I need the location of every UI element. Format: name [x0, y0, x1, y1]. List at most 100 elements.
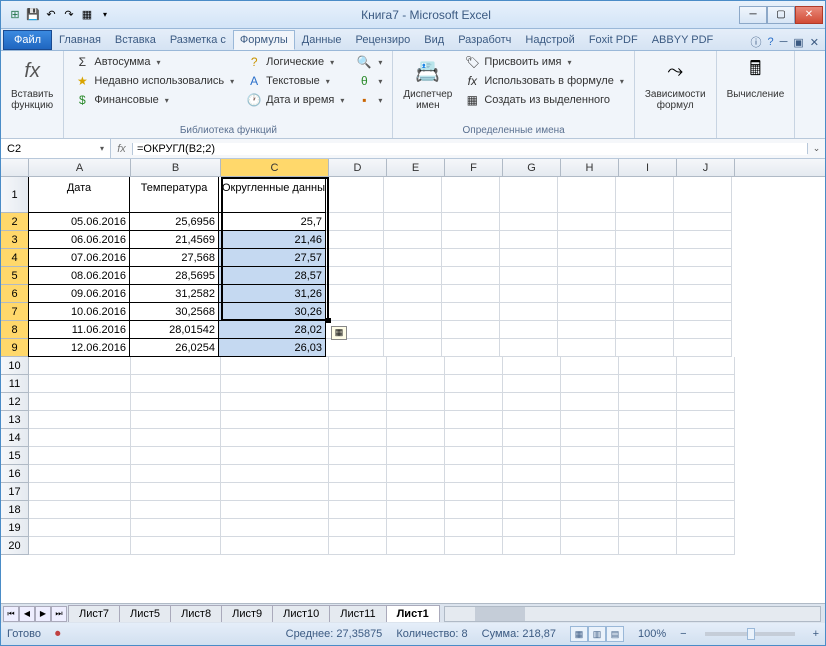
cell[interactable]	[445, 519, 503, 537]
sheet-nav-next-button[interactable]: ▶	[35, 606, 51, 622]
datetime-button[interactable]: 🕐Дата и время▾	[242, 91, 348, 109]
redo-icon[interactable]: ↷	[61, 7, 77, 23]
cell[interactable]	[131, 537, 221, 555]
formula-input[interactable]: =ОКРУГЛ(B2;2)	[133, 143, 807, 155]
cell[interactable]	[442, 213, 500, 231]
cell[interactable]	[674, 321, 732, 339]
cell[interactable]	[221, 357, 329, 375]
col-header-E[interactable]: E	[387, 159, 445, 176]
cell[interactable]	[558, 321, 616, 339]
sheet-tab[interactable]: Лист10	[272, 605, 330, 622]
cell[interactable]	[558, 249, 616, 267]
cell[interactable]	[561, 429, 619, 447]
col-header-B[interactable]: B	[131, 159, 221, 176]
cell[interactable]	[677, 519, 735, 537]
cell[interactable]	[442, 339, 500, 357]
cell[interactable]	[561, 393, 619, 411]
recent-button[interactable]: ★Недавно использовались▾	[70, 72, 238, 90]
cell[interactable]	[445, 501, 503, 519]
cell[interactable]	[619, 411, 677, 429]
undo-icon[interactable]: ↶	[43, 7, 59, 23]
cell[interactable]	[561, 483, 619, 501]
cell[interactable]	[326, 231, 384, 249]
row-header[interactable]: 12	[1, 393, 29, 411]
use-in-formula-button[interactable]: fxИспользовать в формуле▾	[460, 72, 628, 90]
cell[interactable]	[619, 375, 677, 393]
cell[interactable]	[561, 519, 619, 537]
tab-главная[interactable]: Главная	[52, 30, 108, 50]
cell[interactable]	[29, 411, 131, 429]
ribbon-minimize-icon[interactable]: ⓘ	[750, 34, 761, 50]
row-header[interactable]: 15	[1, 447, 29, 465]
cell[interactable]	[616, 249, 674, 267]
cell[interactable]	[326, 213, 384, 231]
cell[interactable]: 26,0254	[129, 338, 219, 357]
tab-разметка с[interactable]: Разметка с	[163, 30, 233, 50]
row-header[interactable]: 18	[1, 501, 29, 519]
cell[interactable]	[329, 411, 387, 429]
cell[interactable]: 25,6956	[129, 212, 219, 231]
cell[interactable]	[503, 447, 561, 465]
cell[interactable]	[677, 501, 735, 519]
cell[interactable]	[384, 267, 442, 285]
cell[interactable]	[500, 231, 558, 249]
doc-restore-icon[interactable]: ▣	[793, 36, 803, 49]
cell[interactable]: 30,26	[218, 302, 326, 321]
cell[interactable]	[561, 411, 619, 429]
zoom-slider[interactable]	[705, 632, 795, 636]
col-header-G[interactable]: G	[503, 159, 561, 176]
cell[interactable]	[131, 501, 221, 519]
row-header[interactable]: 19	[1, 519, 29, 537]
view-normal-button[interactable]: ▦	[570, 626, 588, 642]
cell[interactable]	[445, 357, 503, 375]
cell[interactable]	[221, 447, 329, 465]
col-header-H[interactable]: H	[561, 159, 619, 176]
cell[interactable]	[329, 447, 387, 465]
cell[interactable]	[29, 519, 131, 537]
cell[interactable]	[677, 429, 735, 447]
row-header[interactable]: 20	[1, 537, 29, 555]
cell[interactable]	[131, 357, 221, 375]
insert-function-button[interactable]: fx Вставить функцию	[7, 53, 57, 113]
cell[interactable]	[619, 465, 677, 483]
cell[interactable]	[387, 519, 445, 537]
cell[interactable]	[326, 267, 384, 285]
cell[interactable]	[29, 465, 131, 483]
cell[interactable]	[442, 303, 500, 321]
sheet-nav-last-button[interactable]: ⏭	[51, 606, 67, 622]
cell[interactable]: 30,2568	[129, 302, 219, 321]
fill-handle[interactable]	[326, 318, 331, 323]
cell[interactable]	[131, 429, 221, 447]
cell[interactable]	[29, 393, 131, 411]
cell[interactable]	[619, 393, 677, 411]
cell[interactable]	[616, 267, 674, 285]
cell[interactable]	[131, 393, 221, 411]
cell[interactable]: 06.06.2016	[28, 230, 130, 249]
name-box[interactable]: C2 ▾	[1, 139, 111, 158]
name-box-dropdown-icon[interactable]: ▾	[100, 144, 104, 153]
cell[interactable]	[29, 447, 131, 465]
cell[interactable]	[677, 411, 735, 429]
cell[interactable]	[677, 357, 735, 375]
cell[interactable]: Округленные данные	[218, 177, 326, 213]
cell[interactable]	[616, 303, 674, 321]
cell[interactable]	[384, 177, 442, 213]
create-from-sel-button[interactable]: ▦Создать из выделенного	[460, 91, 628, 109]
cell[interactable]: 28,02	[218, 320, 326, 339]
cell[interactable]	[500, 321, 558, 339]
row-header[interactable]: 5	[1, 267, 29, 285]
lookup-button[interactable]: 🔍▾	[352, 53, 386, 71]
cell[interactable]	[503, 375, 561, 393]
cell[interactable]	[619, 519, 677, 537]
row-header[interactable]: 10	[1, 357, 29, 375]
cell[interactable]	[442, 177, 500, 213]
cell[interactable]	[442, 231, 500, 249]
col-header-F[interactable]: F	[445, 159, 503, 176]
save-icon[interactable]: 💾	[25, 7, 41, 23]
row-header[interactable]: 8	[1, 321, 29, 339]
cell[interactable]	[677, 483, 735, 501]
cell[interactable]	[677, 447, 735, 465]
select-all-button[interactable]	[1, 159, 29, 176]
cell[interactable]: 21,4569	[129, 230, 219, 249]
cell[interactable]	[131, 465, 221, 483]
